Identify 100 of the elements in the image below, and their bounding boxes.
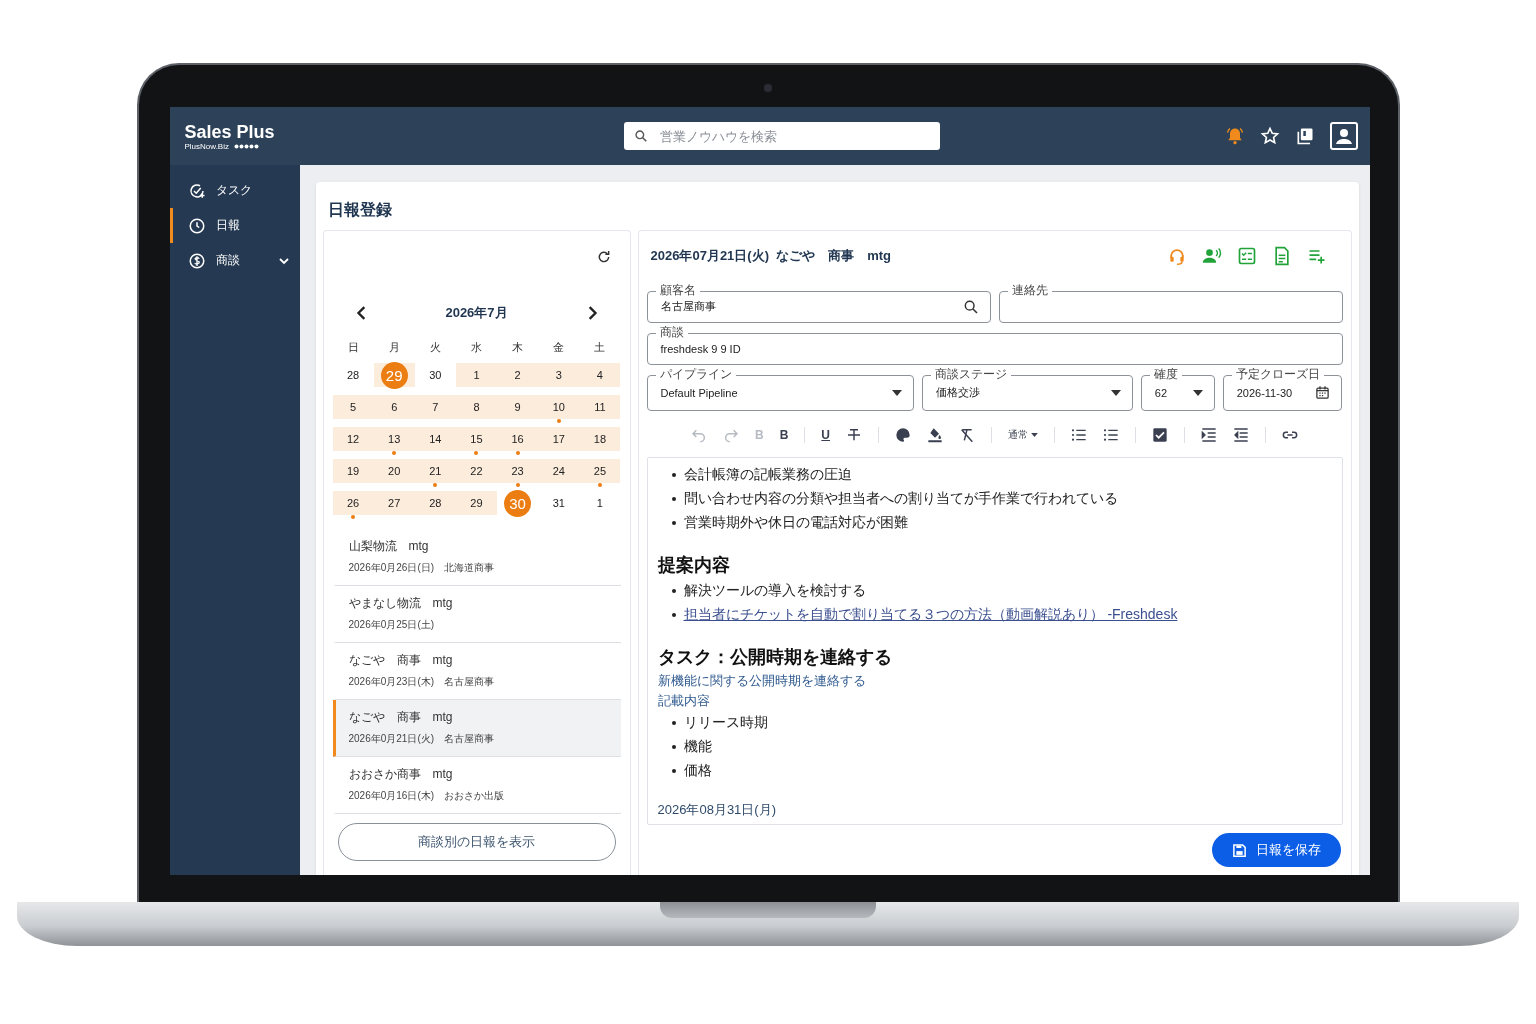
day-cell[interactable]: 24	[538, 459, 580, 483]
day-number: 28	[345, 368, 361, 383]
underline-button[interactable]: U	[821, 427, 830, 442]
clear-format-icon[interactable]	[959, 426, 975, 443]
day-number: 6	[390, 400, 399, 415]
day-cell[interactable]: 9	[497, 395, 539, 419]
day-cell[interactable]: 27	[373, 491, 415, 515]
day-number: 1	[472, 368, 481, 383]
bold-button[interactable]: B	[779, 427, 789, 442]
day-cell[interactable]: 3	[538, 363, 580, 387]
day-cell[interactable]: 12	[332, 427, 374, 451]
day-number: 21	[428, 464, 443, 479]
report-detail: 2026年0月21日(火) 名古屋商事	[348, 732, 496, 746]
field-value: 2026-11-30	[1236, 386, 1293, 399]
bullet-icon	[671, 472, 676, 477]
day-number: 23	[510, 464, 525, 479]
dollar-icon	[187, 251, 206, 270]
article-link[interactable]: 担当者にチケットを自動で割り当てる３つの方法（動画解説あり） -Freshdesk	[683, 605, 1178, 624]
report-heading: 2026年07月21日(火) なごや 商事 mtg	[650, 246, 892, 265]
outdent-icon[interactable]	[1233, 426, 1249, 443]
save-button[interactable]: 日報を保存	[1211, 833, 1341, 867]
day-number: 25	[592, 464, 608, 479]
report-title: おおさか商事 mtg	[348, 766, 454, 783]
day-number: 13	[387, 432, 402, 447]
day-number: 30	[504, 489, 532, 517]
day-cell[interactable]: 20	[373, 459, 415, 483]
day-cell[interactable]: 1	[455, 363, 498, 387]
field-label: 予定クローズ日	[1231, 366, 1324, 382]
bullet-icon	[671, 744, 676, 749]
day-cell[interactable]: 28	[414, 491, 456, 515]
form-field[interactable]: パイプライン Default Pipeline	[646, 366, 915, 411]
day-cell[interactable]: 19	[332, 459, 374, 483]
form-field[interactable]: 商談ステージ 価格交渉	[922, 366, 1133, 411]
report-list-item[interactable]: 山梨物流 mtg 2026年0月26日(日) 北海道商事	[332, 529, 621, 586]
search-field[interactable]: 営業ノウハウを検索	[623, 122, 940, 150]
day-number: 20	[387, 464, 402, 479]
day-cell[interactable]: 28	[332, 363, 374, 387]
day-number: 30	[428, 368, 443, 383]
text-style-dropdown[interactable]: 通常	[1008, 427, 1038, 442]
day-cell[interactable]: 30	[414, 363, 456, 387]
nav-item[interactable]: タスク	[169, 173, 300, 208]
day-cell[interactable]: 8	[455, 395, 498, 419]
day-cell[interactable]: 31	[538, 491, 580, 515]
day-cell[interactable]: 4	[579, 363, 621, 387]
report-detail: 2026年0月16日(木) おおさか出版	[348, 789, 506, 803]
day-number: 28	[428, 496, 443, 511]
day-number: 16	[510, 432, 525, 447]
calendar-month: 2026年7月	[445, 304, 508, 322]
field-label: 顧客名	[655, 282, 700, 298]
day-number: 3	[554, 368, 563, 383]
day-cell[interactable]: 7	[414, 395, 456, 419]
day-cell[interactable]: 6	[373, 395, 415, 419]
form-field[interactable]: 顧客名 名古屋商事	[646, 282, 991, 323]
strikethrough-icon[interactable]	[846, 426, 862, 443]
form-field[interactable]: 確度 62	[1140, 366, 1215, 411]
report-list-item[interactable]: なごや 商事 mtg 2026年0月21日(火) 名古屋商事	[332, 700, 621, 757]
day-cell[interactable]: 11	[579, 395, 621, 419]
field-value: freshdesk 9 9 ID	[660, 342, 741, 355]
day-number: 2	[513, 368, 522, 383]
report-list-item[interactable]: おおさか商事 mtg 2026年0月16日(木) おおさか出版	[332, 757, 621, 814]
day-cell[interactable]: 17	[538, 427, 580, 451]
list-icon[interactable]	[1103, 426, 1119, 443]
account-icon[interactable]	[1329, 122, 1358, 150]
report-title: 山梨物流 mtg	[348, 538, 430, 555]
palette-icon[interactable]	[895, 426, 911, 443]
report-list-item[interactable]: やまなし物流 mtg 2026年0月25日(土)	[332, 586, 621, 643]
logo-subtitle: PlusNow.Biz	[184, 141, 229, 151]
day-cell[interactable]: 2	[497, 363, 539, 387]
bullet-list-icon[interactable]	[1071, 426, 1087, 443]
nav-item[interactable]: 商談	[169, 243, 300, 278]
report-detail: 2026年0月23日(木) 名古屋商事	[348, 675, 496, 689]
report-title: なごや 商事 mtg	[348, 709, 454, 726]
day-number: 12	[345, 432, 361, 447]
bullet-text: 問い合わせ内容の分類や担当者への割り当てが手作業で行われている	[683, 489, 1118, 508]
form-field[interactable]: 商談 freshdesk 9 9 ID	[646, 324, 1343, 365]
deal-reports-button[interactable]: 商談別の日報を表示	[337, 823, 616, 861]
field-label: パイプライン	[655, 366, 736, 382]
indent-icon[interactable]	[1201, 426, 1217, 443]
day-cell[interactable]: 29	[455, 491, 498, 515]
checklist-icon[interactable]	[1236, 245, 1257, 266]
day-number: 7	[431, 400, 440, 415]
report-detail: 2026年0月26日(日) 北海道商事	[348, 561, 496, 575]
day-cell[interactable]: 18	[579, 427, 621, 451]
day-cell[interactable]: 5	[332, 395, 374, 419]
star-icon[interactable]	[1259, 126, 1280, 146]
day-cell[interactable]: 14	[414, 427, 456, 451]
person-voice-icon[interactable]	[1201, 245, 1222, 266]
weekday-label: 火	[428, 340, 442, 355]
nav-item[interactable]: 日報	[169, 208, 300, 243]
search-icon	[962, 298, 979, 315]
day-cell[interactable]: 1	[579, 491, 621, 515]
editor-area[interactable]: 会計帳簿の記帳業務の圧迫 問い合わせ内容の分類や担当者への割り当てが手作業で行われている 営業時期外や休日の電話対応が困難 提案内容 解決ツールの導入を検討する 担当者にチケットを自動で割り当てる３つの方法（動画解説あり） -Freshdesk タスク：公開時期を連絡する 新機能に関する公開時期を連絡する 記載内容 リリース時期 機能 価格 2026年08月31日(月)	[646, 456, 1343, 825]
bell-icon[interactable]	[1224, 126, 1245, 146]
fill-color-icon[interactable]	[927, 426, 943, 443]
note-text: 記載内容	[657, 691, 711, 710]
bullet-text: 価格	[683, 761, 712, 780]
day-cell[interactable]: 22	[455, 459, 498, 483]
form-field[interactable]: 連絡先	[998, 282, 1343, 323]
checkbox-icon[interactable]	[1152, 426, 1168, 443]
form-field[interactable]: 予定クローズ日 2026-11-30	[1222, 366, 1343, 411]
